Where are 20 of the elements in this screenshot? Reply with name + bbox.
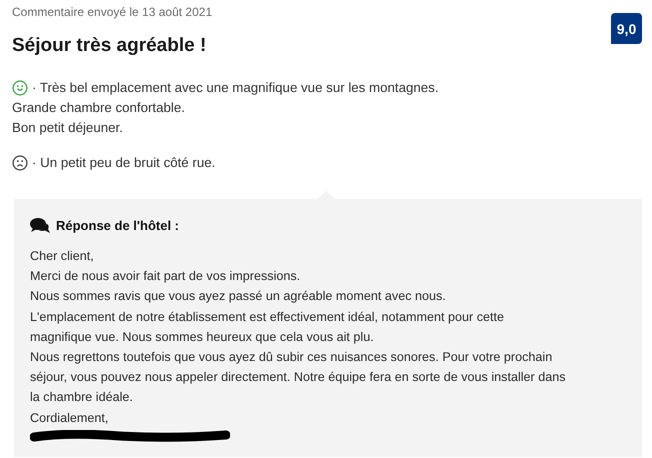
response-heading: Réponse de l'hôtel : (56, 218, 179, 233)
response-text: la chambre idéale. (30, 389, 134, 406)
review-title: Séjour très agréable ! (12, 34, 208, 58)
response-text: Cordialement, (30, 410, 110, 427)
response-text: Cher client, (30, 248, 95, 265)
sad-face-icon (12, 155, 28, 171)
response-text: magnifique vue. Nous sommes heureux que cela vous ait plu. (30, 328, 375, 346)
score-badge: 9,0 (611, 13, 642, 44)
response-text: Merci de nous avoir fait part de vos impressions. (30, 268, 302, 286)
response-text: Nous regrettons toutefois que vous ayez dû subir ces nuisances sonores. Pour votre prochain (30, 349, 554, 366)
response-text: Nous sommes ravis que vous ayez passé un agréable moment avec nous. (30, 288, 447, 306)
comment-text: · Très bel emplacement avec une magnifique vue sur les montagnes. (32, 79, 439, 97)
comment-text: · Un petit peu de bruit côté rue. (32, 154, 216, 172)
comment-text: Grande chambre confortable. (12, 99, 185, 117)
review-date: Commentaire envoyé le 13 août 2021 (12, 4, 212, 20)
speech-bubbles-icon (30, 217, 50, 234)
response-text: L'emplacement de notre établissement est effectivement idéal, notamment pour cette (30, 308, 505, 326)
smiley-face-icon (12, 80, 28, 96)
comment-text: Bon petit déjeuner. (12, 119, 123, 137)
response-text: séjour, vous pouvez nous appeler directement. Notre équipe fera en sorte de vous installer dans (30, 369, 567, 386)
